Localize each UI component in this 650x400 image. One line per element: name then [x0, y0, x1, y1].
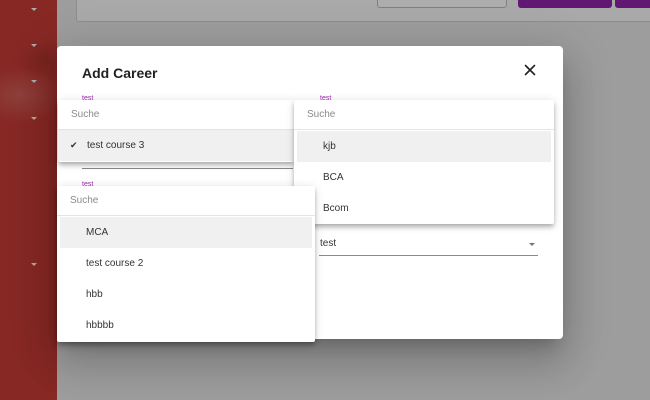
list-item[interactable]: hbb [57, 279, 315, 310]
right-dropdown-panel: Suche kjb BCA Bcom [294, 100, 554, 224]
dropdown-arrow-icon[interactable] [529, 243, 535, 246]
right-search-input[interactable]: Suche [294, 100, 554, 130]
course-dropdown-panel: Suche ✔ test course 3 [58, 100, 294, 162]
list-item[interactable]: MCA [60, 217, 312, 248]
option-label: hbbbb [86, 320, 114, 331]
list-item[interactable]: kjb [297, 131, 551, 162]
list-item[interactable]: hbbbb [57, 310, 315, 341]
course-field-underline [82, 168, 293, 169]
course-list-dropdown-panel: Suche MCA test course 2 hbb hbbbb [57, 186, 315, 342]
list-item[interactable]: BCA [294, 162, 554, 193]
course-option-label: test course 3 [87, 140, 145, 151]
option-label: hbb [86, 289, 103, 300]
close-button[interactable] [520, 60, 540, 80]
check-icon: ✔ [70, 140, 78, 150]
option-label: MCA [86, 227, 109, 238]
course-option[interactable]: ✔ test course 3 [58, 130, 294, 161]
list-item[interactable]: Bcom [294, 193, 554, 224]
option-label: Bcom [323, 203, 349, 214]
right-select-value[interactable]: test [320, 238, 336, 249]
course-list-search-input[interactable]: Suche [57, 186, 315, 216]
dialog-title: Add Career [82, 65, 158, 81]
option-label: test course 2 [86, 258, 144, 269]
course-search-input[interactable]: Suche [58, 100, 294, 130]
option-label: BCA [323, 172, 344, 183]
list-item[interactable]: test course 2 [57, 248, 315, 279]
option-label: kjb [323, 141, 336, 152]
close-icon [524, 64, 536, 76]
right-select-underline [319, 255, 538, 256]
